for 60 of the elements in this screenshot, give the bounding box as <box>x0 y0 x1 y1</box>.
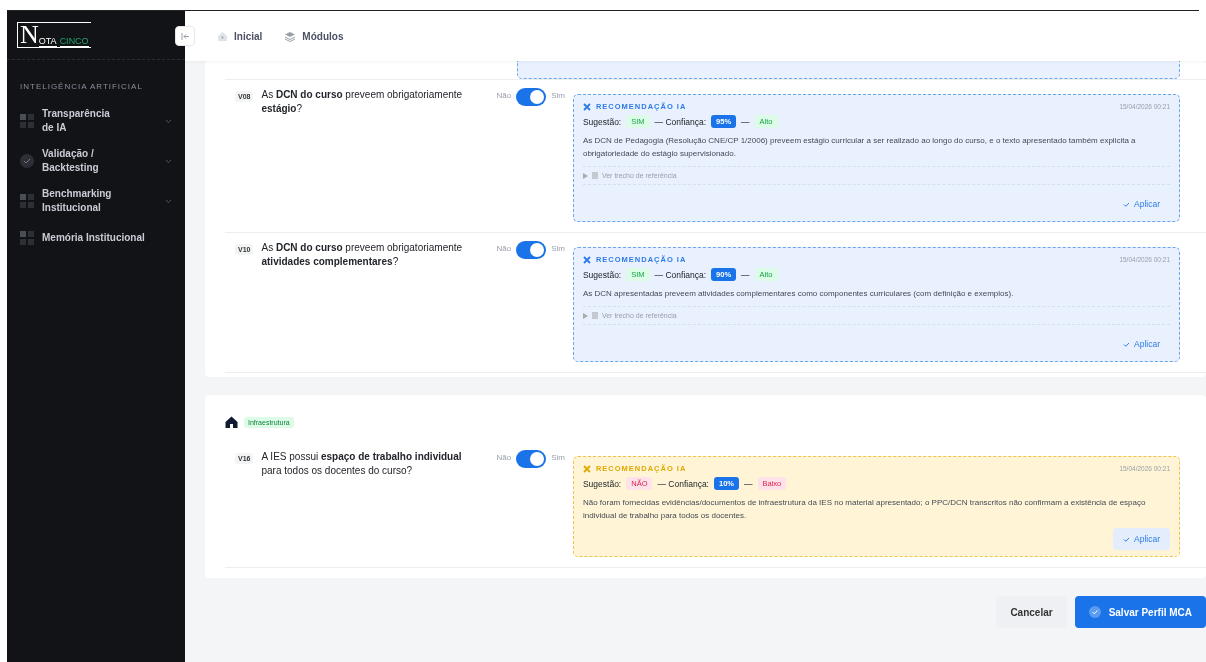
checkmark-icon <box>1123 341 1130 347</box>
logo: NOTA CINCO <box>17 22 91 48</box>
confidence-label: — Confiança: <box>654 116 707 127</box>
suggestion-label: Sugestão: <box>582 116 622 127</box>
question-text: A IES possui espaço de trabalho individual para todos os docentes do curso? <box>261 450 463 478</box>
sidebar-item[interactable]: Transparência de IA <box>7 101 185 141</box>
toggle-label: Não <box>496 244 512 253</box>
breadcrumb-link[interactable]: Inicial <box>217 30 263 42</box>
suggestion-label: Sugestão: <box>582 478 622 489</box>
grid-icon <box>20 231 34 245</box>
confidence-label: — Confiança: <box>657 478 709 489</box>
cancel-button[interactable]: Cancelar <box>996 596 1067 628</box>
grid-icon <box>20 114 34 128</box>
cross-icon <box>582 255 591 264</box>
toggle-switch[interactable] <box>516 88 547 106</box>
dash-text: — <box>744 478 753 489</box>
grid-icon <box>20 194 34 208</box>
check-circle-icon <box>1088 606 1101 618</box>
apply-button[interactable]: Aplicar <box>1113 528 1170 550</box>
recommendation-text: As DCN apresentadas preveem atividades complementares como componentes curriculares (com definição e exemplos). <box>582 288 1015 300</box>
triangle-icon <box>582 312 588 319</box>
checkmark-icon <box>1123 201 1130 207</box>
question-text: As DCN do curso preveem obrigatoriamente atividades complementares? <box>261 241 464 269</box>
toggle-label: Sim <box>551 244 565 253</box>
toggle-switch[interactable] <box>516 241 547 259</box>
toggle-label: Sim <box>551 91 565 100</box>
confidence-label: — Confiança: <box>654 269 707 280</box>
check-circle-icon <box>20 154 34 168</box>
cross-icon <box>582 464 591 473</box>
sidebar-section-title: INTELIGÊNCIA ARTIFICIAL <box>19 81 144 93</box>
cross-icon <box>582 102 591 111</box>
triangle-icon <box>582 172 588 179</box>
chevron-down-icon <box>165 118 172 124</box>
house-icon <box>225 416 238 428</box>
dash-text: — <box>741 269 750 280</box>
checkmark-icon <box>1123 536 1130 542</box>
collapse-icon <box>180 32 190 40</box>
save-button[interactable]: Salvar Perfil MCA <box>1074 596 1206 628</box>
document-icon <box>591 172 598 179</box>
sidebar-item[interactable]: Benchmarking Institucional <box>7 181 185 221</box>
chevron-down-icon <box>165 158 172 164</box>
home-icon <box>217 30 228 42</box>
question-text: As DCN do curso preveem obrigatoriamente estágio? <box>261 88 464 116</box>
toggle-label: Não <box>496 91 512 100</box>
dash-text: — <box>741 116 750 127</box>
document-icon <box>591 312 598 319</box>
recommendation-text: Não foram fornecidas evidências/documentos de infraestrutura da IES no material apresentado; o PPC/DCN transcritos não confirmam a existência de espaço individual de trabalho para todos os docentes. <box>582 497 1147 522</box>
apply-button[interactable]: Aplicar <box>1113 193 1170 215</box>
apply-button[interactable]: Aplicar <box>1113 333 1170 355</box>
sidebar-item[interactable]: Memória Institucional <box>7 221 185 255</box>
toggle-label: Não <box>496 453 512 462</box>
suggestion-label: Sugestão: <box>582 269 622 280</box>
breadcrumb-link[interactable]: Módulos <box>284 30 344 42</box>
toggle-label: Sim <box>551 453 565 462</box>
recommendation-text: As DCN de Pedagogia (Resolução CNE/CP 1/2006) preveem estágio curricular a ser realizado ao longo do curso, e o texto apresentado também explicita a obrigatoriedade do estágio supervisionado. <box>582 135 1137 160</box>
collapse-sidebar-button[interactable] <box>175 26 195 46</box>
toggle-switch[interactable] <box>516 450 547 468</box>
chevron-down-icon <box>165 198 172 204</box>
sidebar-item[interactable]: Validação / Backtesting <box>7 141 185 181</box>
layers-icon <box>284 30 297 42</box>
